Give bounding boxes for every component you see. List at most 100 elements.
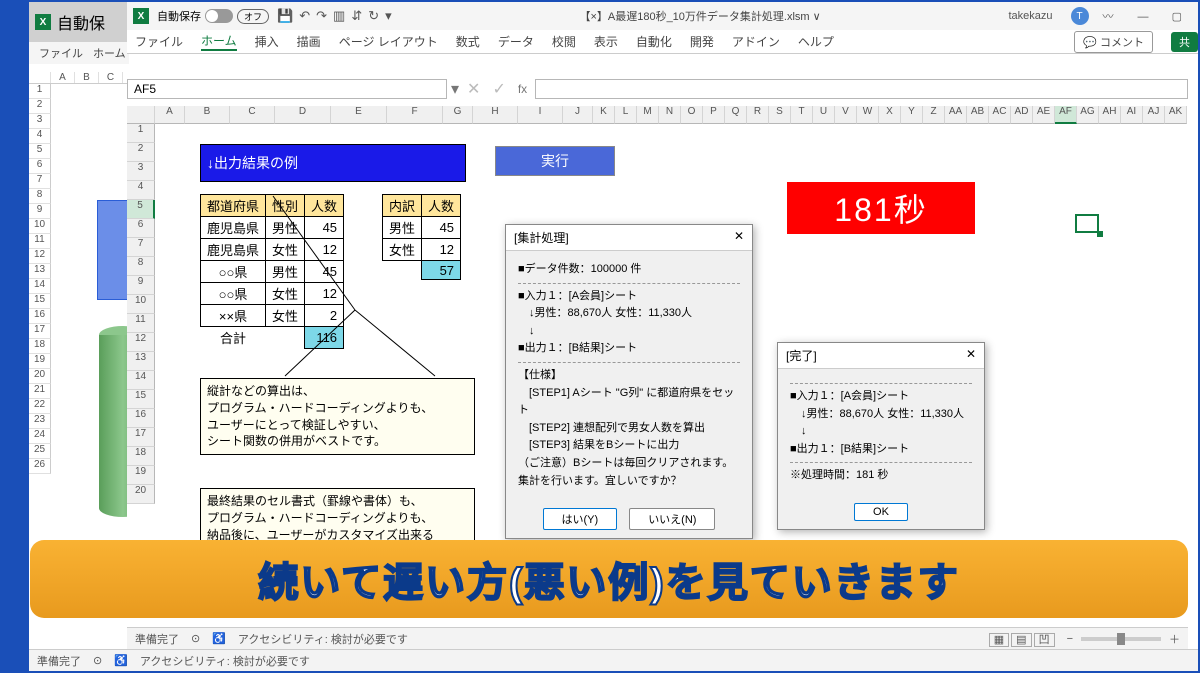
col-header[interactable]: AB — [967, 106, 989, 124]
ribbon-mode-icon[interactable]: 〰 — [1103, 8, 1114, 24]
zoom-slider[interactable] — [1081, 637, 1161, 641]
col-header[interactable]: I — [518, 106, 563, 124]
col-header[interactable]: J — [563, 106, 593, 124]
col-header[interactable]: R — [747, 106, 769, 124]
col-header[interactable]: AK — [1165, 106, 1187, 124]
col-header[interactable]: H — [473, 106, 518, 124]
col-header[interactable]: P — [703, 106, 725, 124]
view-mode-icons[interactable]: ▦▤凹 — [987, 631, 1055, 647]
row-header[interactable]: 20 — [127, 485, 155, 504]
row-header[interactable]: 10 — [127, 295, 155, 314]
macro-rec-icon[interactable]: ⊙ — [93, 654, 102, 667]
col-header[interactable]: U — [813, 106, 835, 124]
access-icon[interactable]: ♿ — [114, 654, 128, 667]
col-header[interactable]: Z — [923, 106, 945, 124]
user-avatar[interactable]: T — [1071, 7, 1089, 25]
row-header[interactable]: 19 — [127, 466, 155, 485]
row-header[interactable]: 8 — [127, 257, 155, 276]
undo-icon[interactable]: ↶ — [299, 8, 310, 24]
close-icon[interactable]: ✕ — [966, 347, 976, 364]
col-header[interactable]: AA — [945, 106, 967, 124]
toggle-icon[interactable] — [205, 9, 233, 23]
row-header[interactable]: 13 — [127, 352, 155, 371]
tab-help[interactable]: ヘルプ — [798, 33, 834, 50]
user-name[interactable]: takekazu — [1009, 10, 1053, 22]
accessibility-status[interactable]: アクセシビリティ: 検討が必要です — [238, 631, 408, 647]
dropdown-icon[interactable]: ▾ — [385, 8, 392, 24]
row-header[interactable]: 9 — [127, 276, 155, 295]
no-button[interactable]: いいえ(N) — [629, 508, 715, 530]
filename[interactable]: 【×】A最遅180秒_10万件データ集計処理.xlsm ∨ — [400, 8, 1001, 24]
active-cell-marker[interactable] — [1075, 214, 1099, 233]
macro-rec-icon[interactable]: ⊙ — [191, 632, 200, 645]
row-header[interactable]: 16 — [127, 409, 155, 428]
tab-addin[interactable]: アドイン — [732, 33, 780, 50]
accessibility-status-bg[interactable]: アクセシビリティ: 検討が必要です — [140, 653, 310, 669]
access-icon[interactable]: ♿ — [212, 632, 226, 645]
tab-review[interactable]: 校閲 — [552, 33, 576, 50]
select-all-corner[interactable] — [127, 106, 155, 124]
col-header[interactable]: AH — [1099, 106, 1121, 124]
qat-icon[interactable]: ↻ — [368, 8, 379, 24]
tab-automate[interactable]: 自動化 — [636, 33, 672, 50]
col-header[interactable]: AD — [1011, 106, 1033, 124]
autosave-toggle[interactable]: 自動保存 オフ — [157, 8, 269, 24]
tab-layout[interactable]: ページ レイアウト — [339, 33, 438, 50]
row-header[interactable]: 15 — [127, 390, 155, 409]
row-header[interactable]: 11 — [127, 314, 155, 333]
close-icon[interactable]: ✕ — [734, 229, 744, 246]
execute-button[interactable]: 実行 — [495, 146, 615, 176]
namebox-dropdown-icon[interactable]: ▾ — [451, 79, 459, 99]
rbg-tab[interactable]: ホーム — [93, 45, 126, 61]
col-header[interactable]: Y — [901, 106, 923, 124]
qat-icon[interactable]: ▥ — [333, 8, 345, 24]
fx-cancel-icon[interactable]: ✕ — [463, 79, 484, 99]
tab-file[interactable]: ファイル — [135, 33, 183, 50]
col-header-bg[interactable]: C — [99, 72, 123, 83]
tab-home[interactable]: ホーム — [201, 32, 237, 51]
fx-confirm-icon[interactable]: ✓ — [488, 79, 509, 99]
col-header[interactable]: V — [835, 106, 857, 124]
ok-button[interactable]: OK — [854, 503, 908, 521]
col-header[interactable]: O — [681, 106, 703, 124]
row-header[interactable]: 14 — [127, 371, 155, 390]
row-header[interactable]: 6 — [127, 219, 155, 238]
tab-developer[interactable]: 開発 — [690, 33, 714, 50]
row-header[interactable]: 5 — [127, 200, 155, 219]
row-header[interactable]: 4 — [127, 181, 155, 200]
minimize-icon[interactable]: — — [1128, 11, 1159, 23]
tab-data[interactable]: データ — [498, 33, 534, 50]
col-header[interactable]: D — [275, 106, 331, 124]
col-header[interactable]: F — [387, 106, 443, 124]
col-header[interactable]: Q — [725, 106, 747, 124]
redo-icon[interactable]: ↷ — [316, 8, 327, 24]
tab-formula[interactable]: 数式 — [456, 33, 480, 50]
row-header[interactable]: 3 — [127, 162, 155, 181]
col-header[interactable]: X — [879, 106, 901, 124]
qat-icon[interactable]: ⇵ — [351, 8, 362, 24]
col-header[interactable]: E — [331, 106, 387, 124]
rbg-tab[interactable]: ファイル — [39, 45, 83, 61]
col-header[interactable]: T — [791, 106, 813, 124]
row-header[interactable]: 12 — [127, 333, 155, 352]
fill-handle[interactable] — [1097, 231, 1103, 237]
tab-view[interactable]: 表示 — [594, 33, 618, 50]
col-header-bg[interactable]: A — [51, 72, 75, 83]
col-header[interactable]: M — [637, 106, 659, 124]
col-header[interactable]: AG — [1077, 106, 1099, 124]
col-header[interactable]: AF — [1055, 106, 1077, 124]
name-box[interactable] — [127, 79, 447, 99]
col-header[interactable]: AI — [1121, 106, 1143, 124]
col-header[interactable]: A — [155, 106, 185, 124]
col-header[interactable]: AE — [1033, 106, 1055, 124]
col-header[interactable]: W — [857, 106, 879, 124]
row-header[interactable]: 7 — [127, 238, 155, 257]
tab-draw[interactable]: 描画 — [297, 33, 321, 50]
col-header[interactable]: K — [593, 106, 615, 124]
col-header[interactable]: B — [185, 106, 230, 124]
zoom-controls[interactable]: −＋ — [1067, 631, 1180, 647]
col-header[interactable]: L — [615, 106, 637, 124]
share-button[interactable]: 共 — [1171, 32, 1198, 52]
maximize-icon[interactable]: ▢ — [1162, 11, 1192, 23]
formula-input[interactable] — [535, 79, 1188, 99]
